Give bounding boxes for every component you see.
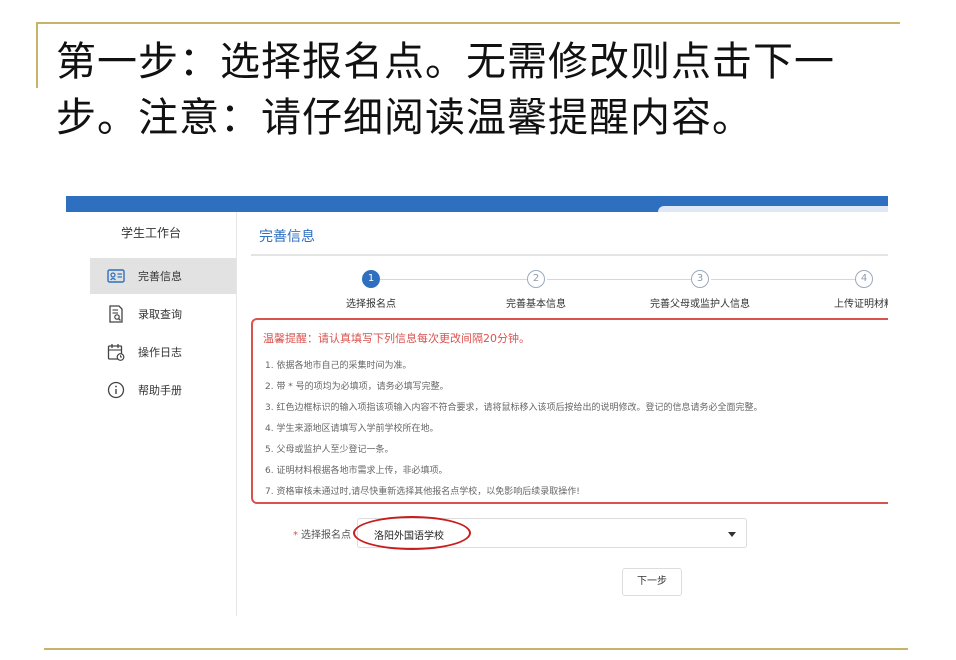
sidebar-item-help-manual[interactable]: 帮助手册 bbox=[92, 372, 236, 408]
step-connector bbox=[547, 279, 691, 280]
next-step-button[interactable]: 下一步 bbox=[622, 568, 682, 596]
sidebar-item-label: 操作日志 bbox=[138, 346, 182, 359]
registration-point-label: * 选择报名点 bbox=[293, 526, 351, 541]
step-2-indicator: 2 bbox=[527, 270, 545, 288]
list-item: 1. 依据各地市自己的采集时间为准。 bbox=[265, 361, 412, 371]
step-1-indicator: 1 bbox=[362, 270, 380, 288]
step-3-label: 完善父母或监护人信息 bbox=[650, 299, 750, 310]
sidebar: 学生工作台 完善信息 录取查询 操作日志 帮助手册 bbox=[66, 212, 237, 616]
app-window: 学生工作台 完善信息 录取查询 操作日志 帮助手册 完善信息 1 选择报名点 2… bbox=[66, 196, 888, 616]
step-connector bbox=[380, 279, 527, 280]
registration-point-select[interactable]: 洛阳外国语学校 bbox=[357, 518, 747, 548]
sidebar-item-operation-log[interactable]: 操作日志 bbox=[92, 334, 236, 370]
id-card-icon bbox=[106, 266, 126, 286]
reminder-notice: 温馨提醒：请认真填写下列信息每次更改间隔20分钟。 1. 依据各地市自己的采集时… bbox=[251, 318, 888, 504]
reminder-heading: 温馨提醒：请认真填写下列信息每次更改间隔20分钟。 bbox=[263, 332, 530, 345]
search-document-icon bbox=[106, 304, 126, 324]
required-mark: * bbox=[293, 530, 298, 541]
page-title: 完善信息 bbox=[259, 229, 315, 245]
caret-down-icon bbox=[728, 532, 736, 537]
sidebar-item-label: 帮助手册 bbox=[138, 384, 182, 397]
sidebar-item-complete-info[interactable]: 完善信息 bbox=[90, 258, 236, 294]
sidebar-item-admission-query[interactable]: 录取查询 bbox=[92, 296, 236, 332]
registration-point-label-text: 选择报名点 bbox=[301, 530, 351, 541]
step-2-label: 完善基本信息 bbox=[506, 299, 566, 310]
sidebar-title: 学生工作台 bbox=[120, 226, 181, 240]
step-4-label: 上传证明材料 bbox=[834, 299, 888, 310]
title-divider bbox=[251, 254, 888, 256]
reminder-list: 1. 依据各地市自己的采集时间为准。 2. 带 * 号的项均为必填项，请务必填写… bbox=[265, 356, 762, 503]
step-1-label: 选择报名点 bbox=[346, 299, 396, 310]
sidebar-item-label: 完善信息 bbox=[138, 270, 182, 283]
registration-point-row: * 选择报名点 洛阳外国语学校 bbox=[237, 516, 888, 550]
list-item: 6. 证明材料根据各地市需求上传，非必填项。 bbox=[265, 466, 448, 476]
step-3-indicator: 3 bbox=[691, 270, 709, 288]
slide-bottom-rule bbox=[44, 648, 908, 650]
list-item: 7. 资格审核未通过时,请尽快重新选择其他报名点学校，以免影响后续录取操作! bbox=[265, 487, 580, 497]
calendar-log-icon bbox=[106, 342, 126, 362]
step-connector bbox=[711, 279, 855, 280]
selected-school: 洛阳外国语学校 bbox=[374, 531, 444, 542]
list-item: 4. 学生来源地区请填写入学前学校所在地。 bbox=[265, 424, 439, 434]
slide-top-rule bbox=[36, 22, 900, 24]
progress-stepper: 1 选择报名点 2 完善基本信息 3 完善父母或监护人信息 4 上传证明材料 bbox=[237, 264, 888, 312]
step-4-indicator: 4 bbox=[855, 270, 873, 288]
main-content: 完善信息 1 选择报名点 2 完善基本信息 3 完善父母或监护人信息 4 上传证… bbox=[237, 212, 888, 616]
slide-title: 第一步：选择报名点。无需修改则点击下一步。注意：请仔细阅读温馨提醒内容。 bbox=[56, 39, 835, 141]
list-item: 3. 红色边框标识的输入项指该项输入内容不符合要求，请将鼠标移入该项后按给出的说… bbox=[265, 403, 763, 413]
list-item: 2. 带 * 号的项均为必填项，请务必填写完整。 bbox=[265, 382, 449, 392]
info-circle-icon bbox=[106, 380, 126, 400]
sidebar-item-label: 录取查询 bbox=[138, 308, 182, 321]
list-item: 5. 父母或监护人至少登记一条。 bbox=[265, 445, 394, 455]
slide-left-rule bbox=[36, 22, 38, 88]
